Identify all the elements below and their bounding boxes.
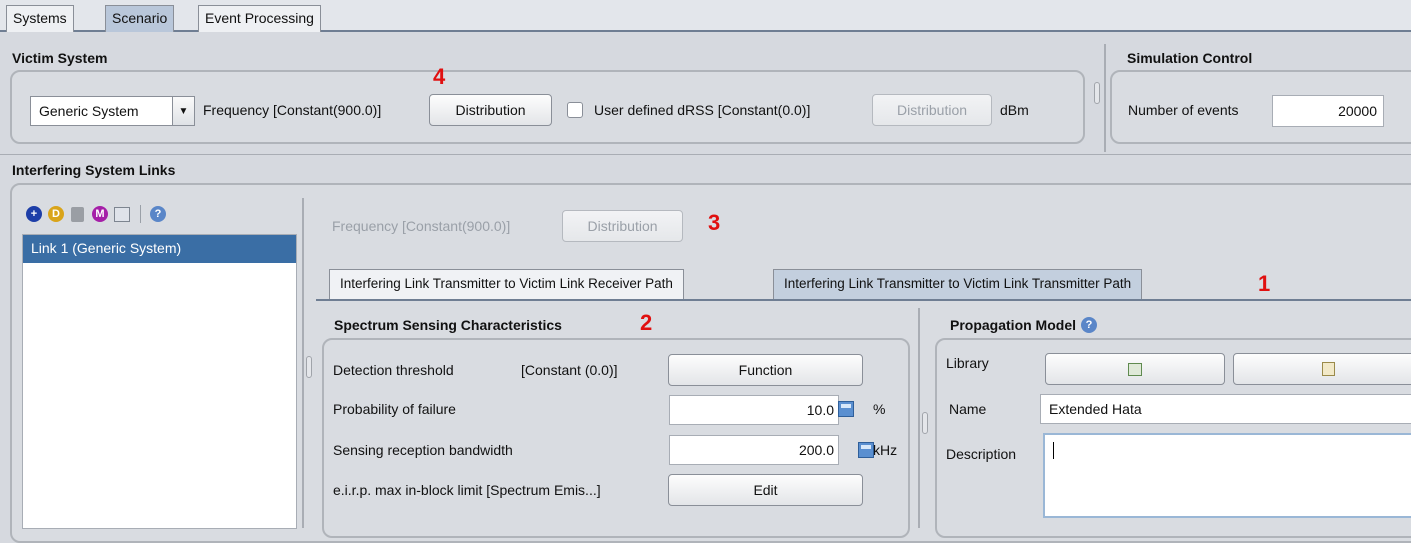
name-label: Name bbox=[949, 401, 987, 417]
edit-button[interactable]: Edit bbox=[668, 474, 863, 506]
tab-systems[interactable]: Systems bbox=[6, 5, 74, 32]
merge-icon[interactable]: M bbox=[92, 206, 108, 222]
detection-threshold-value: [Constant (0.0)] bbox=[521, 362, 618, 378]
calculator-icon[interactable] bbox=[838, 401, 854, 417]
splitter-handle[interactable] bbox=[1094, 82, 1100, 104]
import-icon bbox=[1128, 362, 1142, 376]
annotation-1: 1 bbox=[1258, 271, 1271, 296]
victim-system-title: Victim System bbox=[12, 50, 108, 66]
description-textarea[interactable] bbox=[1043, 433, 1411, 518]
annotation-2: 2 bbox=[640, 310, 653, 335]
user-drss-label: User defined dRSS [Constant(0.0)] bbox=[594, 102, 811, 118]
help-icon[interactable]: ? bbox=[1081, 317, 1097, 333]
propagation-model-title: Propagation Model bbox=[950, 317, 1076, 333]
sensing-bandwidth-input[interactable]: 200.0 bbox=[669, 435, 839, 465]
duplicate-icon[interactable]: D bbox=[48, 206, 64, 222]
user-drss-checkbox[interactable] bbox=[567, 102, 583, 118]
detection-threshold-label: Detection threshold bbox=[333, 362, 454, 378]
drss-distribution-button[interactable]: Distribution bbox=[872, 94, 992, 126]
import-icon[interactable] bbox=[114, 207, 130, 222]
add-icon[interactable]: + bbox=[26, 206, 42, 222]
spectrum-sensing-title: Spectrum Sensing Characteristics bbox=[334, 317, 562, 333]
library-import-button[interactable] bbox=[1045, 353, 1225, 385]
system-select[interactable]: Generic System ▼ bbox=[30, 96, 195, 126]
drss-unit: dBm bbox=[1000, 102, 1029, 118]
list-divider bbox=[302, 198, 304, 528]
splitter-handle-left[interactable] bbox=[306, 356, 312, 378]
annotation-3: 3 bbox=[708, 210, 721, 235]
toolbar-separator bbox=[140, 205, 141, 223]
chevron-down-icon[interactable]: ▼ bbox=[172, 97, 194, 125]
tab-event-processing[interactable]: Event Processing bbox=[198, 5, 321, 32]
interfering-frequency-label: Frequency [Constant(900.0)] bbox=[332, 218, 511, 234]
function-button[interactable]: Function bbox=[668, 354, 863, 386]
tab-underline bbox=[316, 299, 1411, 301]
export-icon bbox=[1321, 362, 1335, 376]
calculator-icon-2[interactable] bbox=[857, 442, 874, 458]
eirp-limit-label: e.i.r.p. max in-block limit [Spectrum Em… bbox=[333, 482, 601, 498]
events-label: Number of events bbox=[1128, 102, 1239, 118]
library-export-button[interactable] bbox=[1233, 353, 1411, 385]
text-cursor bbox=[1053, 441, 1054, 459]
tab-ilt-vlr-path[interactable]: Interfering Link Transmitter to Victim L… bbox=[329, 269, 684, 299]
probability-of-failure-label: Probability of failure bbox=[333, 401, 456, 417]
pfail-unit: % bbox=[873, 401, 886, 417]
tab-scenario[interactable]: Scenario bbox=[105, 5, 175, 32]
interfering-distribution-button[interactable]: Distribution bbox=[562, 210, 683, 242]
interfering-links-title: Interfering System Links bbox=[12, 162, 176, 178]
delete-icon[interactable] bbox=[71, 207, 84, 222]
simulation-control-title: Simulation Control bbox=[1127, 50, 1253, 66]
sensing-bandwidth-label: Sensing reception bandwidth bbox=[333, 442, 513, 458]
events-input[interactable]: 20000 bbox=[1272, 95, 1384, 127]
annotation-4: 4 bbox=[433, 64, 446, 89]
panel-divider bbox=[1104, 44, 1106, 152]
propagation-name-input[interactable]: Extended Hata bbox=[1040, 394, 1411, 424]
library-label: Library bbox=[946, 355, 989, 371]
bandwidth-unit: kHz bbox=[873, 442, 898, 458]
probability-of-failure-input[interactable]: 10.0 bbox=[669, 395, 839, 425]
section-separator bbox=[0, 154, 1411, 155]
list-item-link-1[interactable]: Link 1 (Generic System) bbox=[23, 235, 296, 263]
tab-ilt-vlt-path[interactable]: Interfering Link Transmitter to Victim L… bbox=[773, 269, 1143, 299]
splitter-handle-right[interactable] bbox=[922, 412, 928, 434]
propagation-model-header: Propagation Model ? bbox=[950, 317, 1097, 333]
help-icon[interactable]: ? bbox=[150, 206, 166, 222]
description-label: Description bbox=[946, 446, 1017, 462]
top-tab-bar: Systems Scenario Event Processing bbox=[0, 0, 1411, 32]
victim-frequency-label: Frequency [Constant(900.0)] bbox=[203, 102, 382, 118]
links-list: Link 1 (Generic System) bbox=[22, 234, 297, 529]
spectrum-propagation-divider bbox=[918, 308, 920, 528]
victim-distribution-button[interactable]: Distribution bbox=[429, 94, 552, 126]
